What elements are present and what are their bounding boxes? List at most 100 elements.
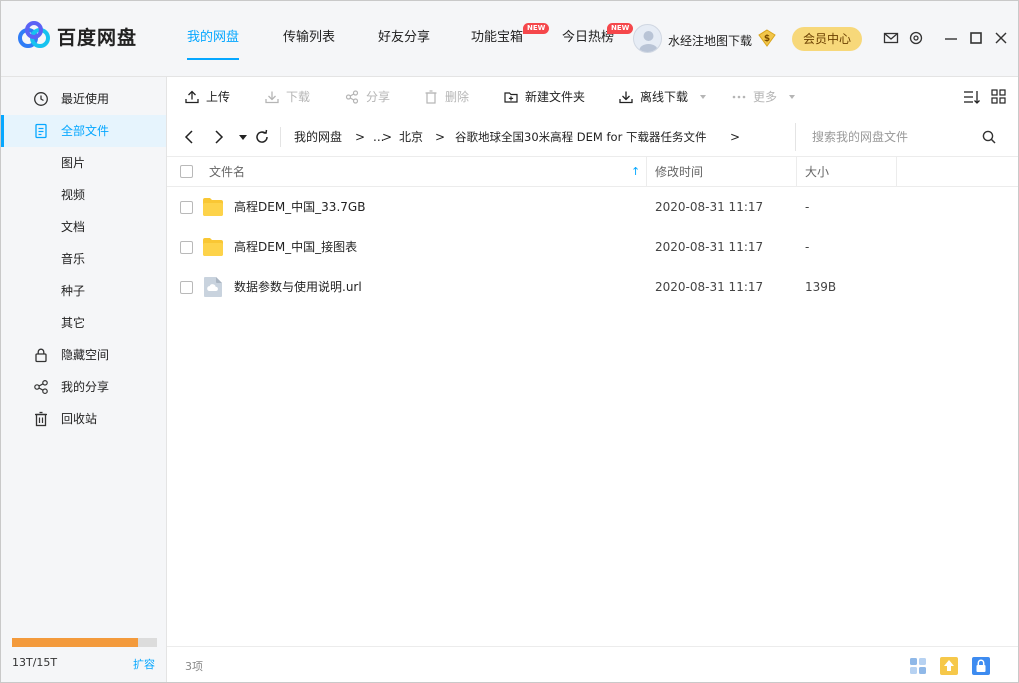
breadcrumb-current[interactable]: 谷歌地球全国30米高程 DEM for 下载器任务文件 xyxy=(455,129,706,145)
file-size: - xyxy=(805,200,810,214)
breadcrumb-separator: > xyxy=(355,130,366,144)
app-logo[interactable]: 百度网盘 xyxy=(17,21,137,51)
sidebar-item-torrents[interactable]: 种子 xyxy=(1,275,166,307)
safe-box-lock-icon[interactable] xyxy=(972,657,990,675)
sidebar-item-other[interactable]: 其它 xyxy=(1,307,166,339)
sidebar-item-hidden-space[interactable]: 隐藏空间 xyxy=(1,339,166,371)
sidebar-item-label: 最近使用 xyxy=(61,92,110,106)
new-folder-button[interactable]: 新建文件夹 xyxy=(504,77,585,117)
upload-task-icon[interactable] xyxy=(940,657,958,675)
column-header-modified[interactable]: 修改时间 xyxy=(655,157,703,187)
delete-label: 删除 xyxy=(445,90,470,104)
share-label: 分享 xyxy=(366,90,391,104)
tab-friend-share[interactable]: 好友分享 xyxy=(378,1,430,76)
sidebar-item-music[interactable]: 音乐 xyxy=(1,243,166,275)
folder-icon xyxy=(203,238,223,256)
file-name[interactable]: 高程DEM_中国_33.7GB xyxy=(234,187,365,227)
sidebar-item-recycle-bin[interactable]: 回收站 xyxy=(1,403,166,435)
search-icon[interactable] xyxy=(982,130,996,144)
tab-transfer-list[interactable]: 传输列表 xyxy=(283,1,335,76)
file-name[interactable]: 数据参数与使用说明.url xyxy=(234,267,362,307)
status-bar: 3项 xyxy=(167,646,1018,682)
sidebar-item-all-files[interactable]: 全部文件 xyxy=(1,115,166,147)
app-window: 百度网盘 我的网盘 传输列表 好友分享 功能宝箱 NEW 今日热榜 NEW 水经… xyxy=(0,0,1019,683)
sort-up-arrow-icon[interactable]: ↑ xyxy=(631,157,640,187)
row-checkbox[interactable] xyxy=(180,201,193,214)
mail-icon[interactable] xyxy=(883,30,899,46)
column-header-name[interactable]: 文件名 xyxy=(209,157,245,187)
sort-list-icon[interactable] xyxy=(963,89,980,105)
settings-gear-icon[interactable] xyxy=(908,30,924,46)
document-icon xyxy=(35,123,47,139)
offline-download-icon xyxy=(619,91,633,104)
folder-icon xyxy=(203,198,223,216)
back-arrow-icon[interactable] xyxy=(181,129,197,145)
toolbar: 上传 下载 分享 删除 新建文件夹 离线下载 更多 xyxy=(167,77,1018,117)
avatar[interactable] xyxy=(633,24,662,53)
refresh-icon[interactable] xyxy=(254,129,270,145)
user-avatar-icon xyxy=(639,31,658,52)
sidebar-item-documents[interactable]: 文档 xyxy=(1,211,166,243)
sidebar-item-label: 回收站 xyxy=(61,412,98,426)
url-file-icon xyxy=(204,277,222,297)
storage-quota-text: 13T/15T xyxy=(12,656,58,669)
column-divider[interactable] xyxy=(646,157,647,187)
file-name[interactable]: 高程DEM_中国_接图表 xyxy=(234,227,357,267)
file-modified: 2020-08-31 11:17 xyxy=(655,200,764,214)
forward-arrow-icon[interactable] xyxy=(211,129,227,145)
more-dots-icon xyxy=(732,95,746,99)
sidebar-item-images[interactable]: 图片 xyxy=(1,147,166,179)
sidebar-item-label: 文档 xyxy=(61,220,86,234)
close-icon[interactable] xyxy=(993,30,1009,46)
maximize-icon[interactable] xyxy=(968,30,984,46)
share-icon xyxy=(34,379,48,395)
sidebar-item-label: 种子 xyxy=(61,284,86,298)
expand-storage-link[interactable]: 扩容 xyxy=(133,656,155,672)
search-input[interactable] xyxy=(812,128,972,146)
tab-label: 好友分享 xyxy=(378,30,431,45)
breadcrumb-item[interactable]: 我的网盘 xyxy=(294,129,342,145)
sidebar-item-label: 其它 xyxy=(61,316,86,330)
tab-feature-box[interactable]: 功能宝箱 xyxy=(471,1,523,76)
more-button[interactable]: 更多 xyxy=(732,77,796,117)
delete-button[interactable]: 删除 xyxy=(424,77,469,117)
tab-today-hot[interactable]: 今日热榜 xyxy=(562,1,614,76)
clock-icon xyxy=(34,92,48,106)
sidebar-item-label: 我的分享 xyxy=(61,380,110,394)
vip-symbol: $ xyxy=(764,34,770,44)
grid-view-icon[interactable] xyxy=(991,89,1006,104)
download-label: 下载 xyxy=(286,90,311,104)
sidebar-item-videos[interactable]: 视频 xyxy=(1,179,166,211)
column-divider[interactable] xyxy=(796,157,797,187)
table-row[interactable]: 高程DEM_中国_接图表 2020-08-31 11:17 - xyxy=(167,227,1018,267)
breadcrumb-item[interactable]: 北京 xyxy=(399,129,423,145)
table-row[interactable]: 数据参数与使用说明.url 2020-08-31 11:17 139B xyxy=(167,267,1018,307)
offline-download-button[interactable]: 离线下载 xyxy=(619,77,707,117)
file-modified: 2020-08-31 11:17 xyxy=(655,240,764,254)
storage-quota-fill xyxy=(12,638,138,647)
minimize-icon[interactable] xyxy=(943,30,959,46)
sidebar-item-label: 隐藏空间 xyxy=(61,348,110,362)
table-row[interactable]: 高程DEM_中国_33.7GB 2020-08-31 11:17 - xyxy=(167,187,1018,227)
baidu-netdisk-logo-icon xyxy=(18,21,50,48)
apps-grid-icon[interactable] xyxy=(909,657,927,675)
active-tab-indicator xyxy=(187,58,240,60)
select-all-checkbox[interactable] xyxy=(180,165,193,178)
username[interactable]: 水经注地图下载 xyxy=(668,32,752,49)
app-name: 百度网盘 xyxy=(57,26,138,49)
download-button[interactable]: 下载 xyxy=(265,77,310,117)
sidebar-item-my-shares[interactable]: 我的分享 xyxy=(1,371,166,403)
column-header-size[interactable]: 大小 xyxy=(805,157,829,187)
share-button[interactable]: 分享 xyxy=(345,77,390,117)
member-center-button[interactable]: 会员中心 xyxy=(792,27,862,51)
column-divider[interactable] xyxy=(896,157,897,187)
tab-label: 功能宝箱 xyxy=(471,30,524,45)
breadcrumb-separator: > xyxy=(382,130,393,144)
sidebar-item-recent[interactable]: 最近使用 xyxy=(1,83,166,115)
vip-diamond-icon[interactable]: $ xyxy=(758,29,776,47)
row-checkbox[interactable] xyxy=(180,281,193,294)
tab-my-disk[interactable]: 我的网盘 xyxy=(187,1,240,76)
row-checkbox[interactable] xyxy=(180,241,193,254)
history-dropdown-icon[interactable] xyxy=(235,129,251,145)
upload-button[interactable]: 上传 xyxy=(185,77,230,117)
